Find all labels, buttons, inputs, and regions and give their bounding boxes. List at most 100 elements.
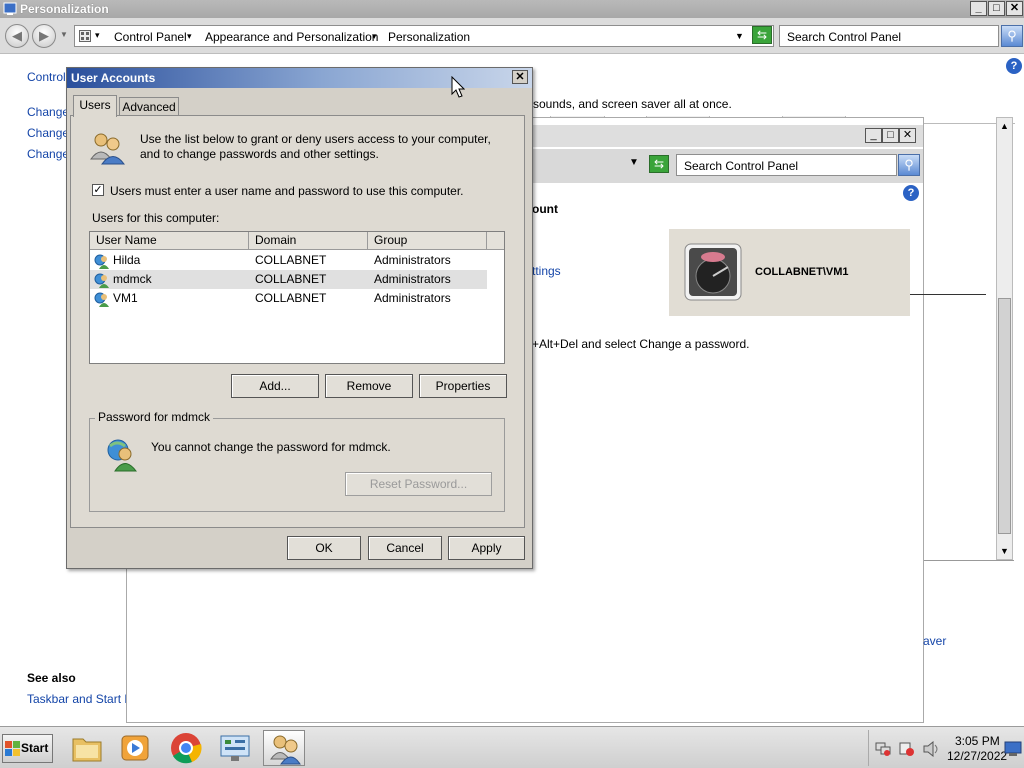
table-row[interactable]: VM1 COLLABNET Administrators: [90, 289, 487, 308]
scroll-up-icon[interactable]: ▲: [997, 118, 1012, 134]
bg-settings-link[interactable]: ttings: [532, 264, 561, 278]
users-list[interactable]: User Name Domain Group Hilda COLLABNET A…: [89, 231, 505, 364]
require-password-label[interactable]: Users must enter a user name and passwor…: [110, 184, 464, 198]
help-icon[interactable]: ?: [1006, 58, 1022, 74]
network-icon[interactable]: [875, 742, 891, 756]
table-row-selected[interactable]: mdmck COLLABNET Administrators: [90, 270, 487, 289]
breadcrumb-arrow-icon[interactable]: ▾: [372, 31, 377, 42]
breadcrumb-appearance[interactable]: Appearance and Personalization: [205, 30, 378, 44]
password-groupbox: Password for mdmck You cannot change the…: [89, 410, 505, 512]
control-panel-taskbar-button[interactable]: [214, 730, 256, 766]
search-icon[interactable]: ⚲: [1001, 25, 1023, 47]
column-header-group[interactable]: Group: [368, 232, 487, 250]
explorer-taskbar-button[interactable]: [66, 730, 108, 766]
address-box[interactable]: ▾ Control Panel ▾ Appearance and Persona…: [74, 25, 774, 47]
tab-advanced[interactable]: Advanced: [119, 97, 179, 117]
start-button[interactable]: Start: [2, 734, 53, 763]
bg-close-button[interactable]: ✕: [899, 128, 916, 143]
user-accounts-taskbar-button[interactable]: [263, 730, 305, 766]
user-key-icon: [107, 439, 137, 472]
show-desktop-icon[interactable]: [1004, 741, 1022, 757]
account-name: COLLABNET\VM1: [755, 266, 849, 278]
control-panel-icon: [220, 735, 250, 761]
scrollbar[interactable]: ▲ ▼: [996, 117, 1013, 560]
chrome-taskbar-button[interactable]: [165, 730, 207, 766]
bg-search-icon[interactable]: ⚲: [898, 154, 920, 176]
bg-maximize-button[interactable]: □: [882, 128, 899, 143]
control-panel-icon: [79, 30, 91, 42]
domain-user-icon: [94, 292, 109, 307]
account-picture-icon: [684, 243, 742, 301]
action-center-icon[interactable]: [899, 742, 915, 756]
recent-pages-icon[interactable]: ▼: [60, 30, 68, 39]
screen-saver-link[interactable]: aver: [923, 634, 946, 648]
personalization-intro: sounds, and screen saver all at once.: [533, 97, 732, 111]
add-user-button[interactable]: Add...: [231, 374, 319, 398]
start-label: Start: [21, 741, 49, 755]
tab-users[interactable]: Users: [73, 95, 117, 117]
scroll-down-icon[interactable]: ▼: [997, 543, 1012, 559]
refresh-icon[interactable]: ⇆: [752, 26, 772, 44]
bg-help-icon[interactable]: ?: [903, 185, 919, 201]
table-row[interactable]: Hilda COLLABNET Administrators: [90, 251, 487, 270]
domain-user-icon: [94, 273, 109, 288]
breadcrumb-arrow-icon[interactable]: ▾: [187, 31, 192, 42]
user-group-cell: Administrators: [374, 272, 451, 286]
users-for-computer-label: Users for this computer:: [92, 211, 220, 225]
bg-search-input[interactable]: Search Control Panel: [676, 154, 897, 176]
column-header-user-name[interactable]: User Name: [90, 232, 249, 250]
user-name-cell: VM1: [113, 291, 138, 305]
user-accounts-dialog: User Accounts ✕ Users Advanced Use the l…: [66, 67, 533, 569]
see-also-taskbar-link[interactable]: Taskbar and Start M: [27, 692, 127, 706]
left-link-control-panel-home[interactable]: Control: [27, 70, 66, 84]
column-header-filler: [487, 232, 504, 250]
bg-ctrl-alt-del-text: +Alt+Del and select Change a password.: [532, 337, 750, 351]
bg-search-placeholder: Search Control Panel: [684, 159, 799, 173]
clock-date[interactable]: 12/27/2022: [947, 749, 1007, 763]
breadcrumb-arrow-icon[interactable]: ▾: [95, 30, 100, 41]
breadcrumb-personalization[interactable]: Personalization: [388, 30, 470, 44]
breadcrumb-control-panel[interactable]: Control Panel: [114, 30, 187, 44]
remove-user-button[interactable]: Remove: [325, 374, 413, 398]
scroll-thumb[interactable]: [998, 298, 1011, 534]
back-button[interactable]: ◀: [5, 24, 29, 48]
cancel-button[interactable]: Cancel: [368, 536, 442, 560]
background-address-bar: ▼ ⇆ Search Control Panel ⚲: [526, 149, 923, 183]
left-link-change-2[interactable]: Change: [27, 126, 69, 140]
apply-button[interactable]: Apply: [448, 536, 525, 560]
mouse-cursor-icon: [451, 76, 465, 98]
left-link-change-3[interactable]: Change: [27, 147, 69, 161]
taskbar: Start 3:05 PM 12/27/2022: [0, 726, 1024, 768]
account-panel: COLLABNET\VM1: [669, 229, 910, 316]
windows-logo-icon: [5, 741, 20, 756]
password-info-text: You cannot change the password for mdmck…: [151, 440, 391, 454]
minimize-button[interactable]: _: [970, 1, 987, 16]
bg-minimize-button[interactable]: _: [865, 128, 882, 143]
left-link-change-1[interactable]: Change: [27, 105, 69, 119]
bg-heading-fragment: ount: [532, 202, 558, 216]
require-password-checkbox[interactable]: ✓: [92, 184, 104, 196]
search-input[interactable]: Search Control Panel: [779, 25, 999, 47]
bg-address-dropdown-icon[interactable]: ▼: [629, 157, 639, 168]
address-dropdown-icon[interactable]: ▼: [735, 31, 744, 41]
dialog-close-icon[interactable]: ✕: [512, 70, 528, 84]
properties-button[interactable]: Properties: [419, 374, 507, 398]
column-header-domain[interactable]: Domain: [249, 232, 368, 250]
user-group-cell: Administrators: [374, 253, 451, 267]
search-placeholder: Search Control Panel: [787, 30, 902, 44]
ok-button[interactable]: OK: [287, 536, 361, 560]
maximize-button[interactable]: □: [988, 1, 1005, 16]
see-also-heading: See also: [27, 671, 76, 685]
reset-password-button[interactable]: Reset Password...: [345, 472, 492, 496]
bg-refresh-icon[interactable]: ⇆: [649, 155, 669, 173]
media-player-taskbar-button[interactable]: [114, 730, 156, 766]
user-domain-cell: COLLABNET: [255, 291, 327, 305]
close-button[interactable]: ✕: [1006, 1, 1023, 16]
address-bar: ◀ ▶ ▼ ▾ Control Panel ▾ Appearance and P…: [0, 18, 1024, 54]
clock-time[interactable]: 3:05 PM: [955, 734, 1000, 748]
volume-icon[interactable]: [922, 741, 940, 757]
window-title: Personalization: [20, 2, 109, 16]
dialog-intro-text: Use the list below to grant or deny user…: [140, 132, 491, 161]
user-domain-cell: COLLABNET: [255, 253, 327, 267]
forward-button[interactable]: ▶: [32, 24, 56, 48]
